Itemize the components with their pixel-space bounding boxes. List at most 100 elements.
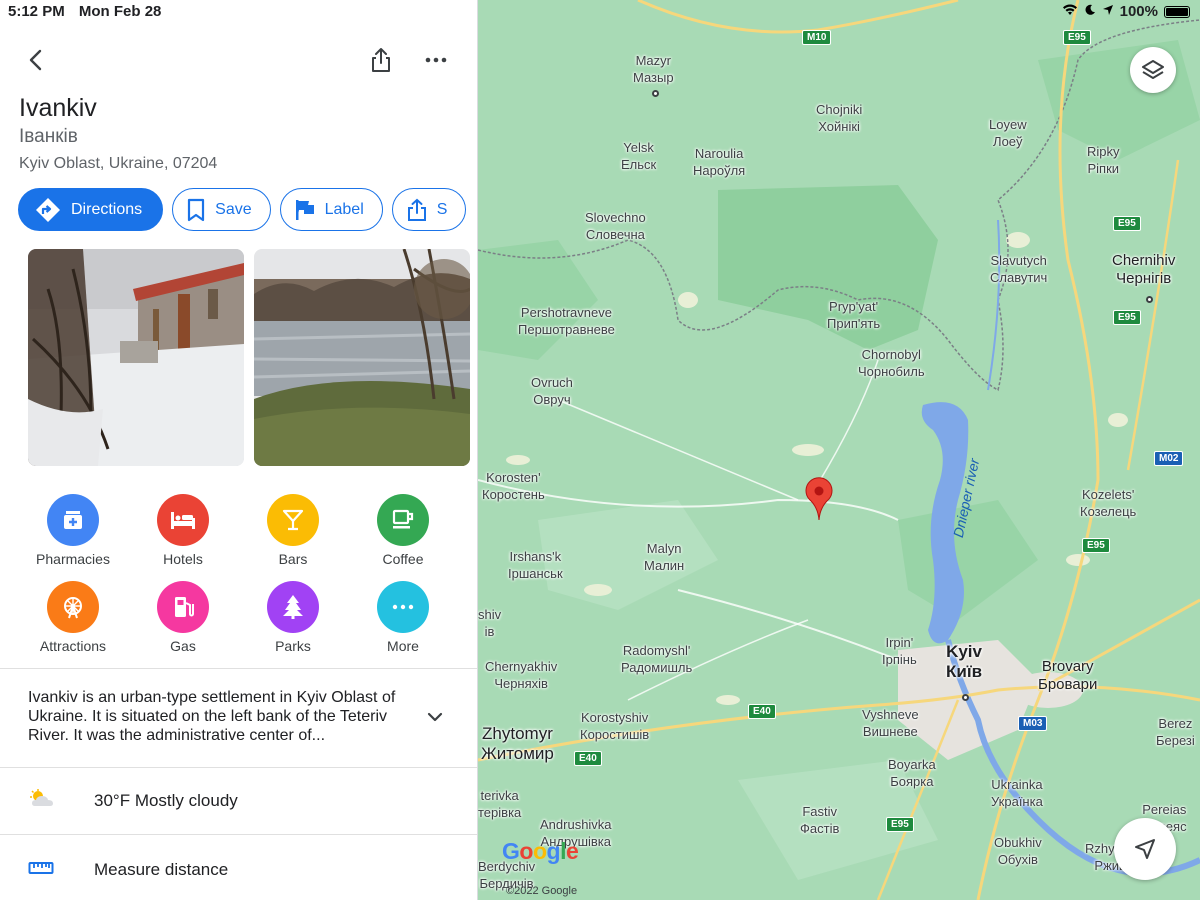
category-more[interactable]: More	[348, 581, 458, 654]
ferris-wheel-icon	[47, 581, 99, 633]
road-shield: M10	[802, 30, 832, 45]
place-local-name: Іванків	[19, 126, 78, 147]
cocktail-icon	[267, 494, 319, 546]
ruler-icon	[28, 860, 54, 881]
save-button[interactable]: Save	[172, 188, 271, 231]
place-description[interactable]: Ivankiv is an urban-type settlement in K…	[28, 688, 408, 745]
map-place-kozelets[interactable]: Kozelets' Козелець	[1080, 486, 1136, 520]
place-title: Ivankiv	[19, 94, 97, 122]
map-place-ukrainka[interactable]: Ukrainka Українка	[991, 776, 1043, 810]
map-place-korostyshiv[interactable]: Korostyshiv Коростишів	[580, 709, 649, 743]
road-shield: E95	[886, 817, 914, 832]
map-place-shiv[interactable]: shiv ів	[478, 606, 501, 640]
category-label: More	[387, 638, 419, 654]
nearby-categories: Pharmacies Hotels Bars Coffee Attraction…	[18, 494, 458, 654]
more-options-button[interactable]	[420, 44, 452, 76]
map-place-ovruch[interactable]: Ovruch Овруч	[531, 374, 573, 408]
flag-icon	[295, 199, 314, 220]
wifi-icon	[1062, 3, 1078, 20]
road-shield: M02	[1154, 451, 1184, 466]
location-arrow-icon	[1102, 3, 1114, 20]
status-bar-right: 100%	[1062, 3, 1190, 20]
photo-snowy-yard[interactable]	[28, 249, 244, 466]
category-label: Hotels	[163, 551, 203, 567]
map-place-korosten[interactable]: Korosten' Коростень	[482, 469, 545, 503]
photo-gallery	[28, 249, 470, 466]
map-place-mazyr[interactable]: Mazyr Мазыр	[633, 52, 674, 86]
map-place-prypyat[interactable]: Pryp'yat' Прип'ять	[827, 298, 880, 332]
map-city-dot	[652, 90, 659, 97]
category-label: Attractions	[39, 638, 107, 654]
partly-cloudy-icon	[28, 788, 56, 815]
map-place-slovechno[interactable]: Slovechno Словечна	[585, 209, 646, 243]
category-bars[interactable]: Bars	[238, 494, 348, 567]
map-place-chornobyl[interactable]: Chornobyl Чорнобиль	[858, 346, 925, 380]
map-copyright: ©2022 Google	[506, 885, 578, 897]
layers-icon	[1142, 60, 1164, 79]
map-place-loyew[interactable]: Loyew Лоеў	[989, 116, 1027, 150]
share-chip-label: S	[436, 200, 448, 218]
map-place-irshansk[interactable]: Irshans'k Іршанськ	[508, 548, 563, 582]
measure-distance-row[interactable]: Measure distance	[0, 840, 477, 900]
weather-text: 30°F Mostly cloudy	[94, 791, 238, 810]
photo-frozen-river[interactable]	[254, 249, 470, 466]
map-place-slavutych[interactable]: Slavutych Славутич	[990, 252, 1047, 286]
category-label: Gas	[170, 638, 196, 654]
map-layers-button[interactable]	[1130, 47, 1176, 93]
category-attractions[interactable]: Attractions	[18, 581, 128, 654]
map-place-berez[interactable]: Berez Березі	[1156, 715, 1195, 749]
divider	[0, 767, 477, 768]
my-location-button[interactable]	[1114, 818, 1176, 880]
map-city-dot	[1146, 296, 1153, 303]
map-place-ripky[interactable]: Ripky Ріпки	[1087, 143, 1120, 177]
category-hotels[interactable]: Hotels	[128, 494, 238, 567]
directions-button[interactable]: Directions	[18, 188, 164, 231]
share-button[interactable]	[365, 44, 397, 76]
label-button[interactable]: Label	[279, 188, 383, 231]
road-shield: E40	[748, 704, 776, 719]
expand-description-button[interactable]	[424, 706, 446, 733]
map-place-zhytomyr[interactable]: Zhytomyr Житомир	[481, 724, 554, 764]
more-dots-icon	[377, 581, 429, 633]
map-place-irpin[interactable]: Irpin' Ірпінь	[882, 634, 917, 668]
map-place-chojniki[interactable]: Chojniki Хойнікі	[816, 101, 862, 135]
category-gas[interactable]: Gas	[128, 581, 238, 654]
bed-icon	[157, 494, 209, 546]
category-coffee[interactable]: Coffee	[348, 494, 458, 567]
map-place-obukhiv[interactable]: Obukhiv Обухів	[994, 834, 1042, 868]
category-parks[interactable]: Parks	[238, 581, 348, 654]
map-place-pershotravneve[interactable]: Pershotravneve Першотравневе	[518, 304, 615, 338]
label-label: Label	[324, 200, 364, 218]
bookmark-icon	[188, 198, 205, 221]
battery-percent: 100%	[1119, 3, 1158, 20]
map-place-naroulia[interactable]: Naroulia Нароўля	[693, 145, 745, 179]
weather-row[interactable]: 30°F Mostly cloudy	[0, 771, 477, 831]
tree-icon	[267, 581, 319, 633]
map-place-brovary[interactable]: Brovary Бровари	[1038, 658, 1097, 694]
map-place-kyiv[interactable]: Kyiv Київ	[946, 642, 982, 682]
map-place-chernihiv[interactable]: Chernihiv Чернігів	[1112, 252, 1175, 288]
category-label: Parks	[275, 638, 311, 654]
location-pin-icon[interactable]	[804, 477, 834, 526]
map-place-yelsk[interactable]: Yelsk Ельск	[621, 139, 656, 173]
map-place-boyarka[interactable]: Boyarka Боярка	[888, 756, 936, 790]
back-button[interactable]	[20, 44, 52, 76]
directions-icon	[36, 197, 60, 222]
navigation-arrow-icon	[1135, 839, 1155, 859]
map-view[interactable]: Mazyr Мазыр Yelsk Ельск Naroulia Нароўля Ch…	[478, 0, 1200, 900]
map-place-fastiv[interactable]: Fastiv Фастів	[800, 803, 839, 837]
category-label: Coffee	[382, 551, 424, 567]
share-chip-button[interactable]: S	[391, 188, 467, 231]
map-place-malyn[interactable]: Malyn Малин	[644, 540, 684, 574]
map-place-radomyshl[interactable]: Radomyshl' Радомишль	[621, 642, 692, 676]
road-shield: E95	[1063, 30, 1091, 45]
map-place-terivka[interactable]: terivka терівка	[478, 787, 521, 821]
road-shield: E95	[1113, 216, 1141, 231]
google-logo: Google	[502, 838, 579, 864]
map-place-chernyakhiv[interactable]: Chernyakhiv Черняхів	[485, 658, 557, 692]
map-place-vyshneve[interactable]: Vyshneve Вишневе	[862, 706, 919, 740]
road-shield: E95	[1113, 310, 1141, 325]
category-pharmacies[interactable]: Pharmacies	[18, 494, 128, 567]
divider	[0, 668, 477, 669]
status-date: Mon Feb 28	[78, 3, 162, 20]
